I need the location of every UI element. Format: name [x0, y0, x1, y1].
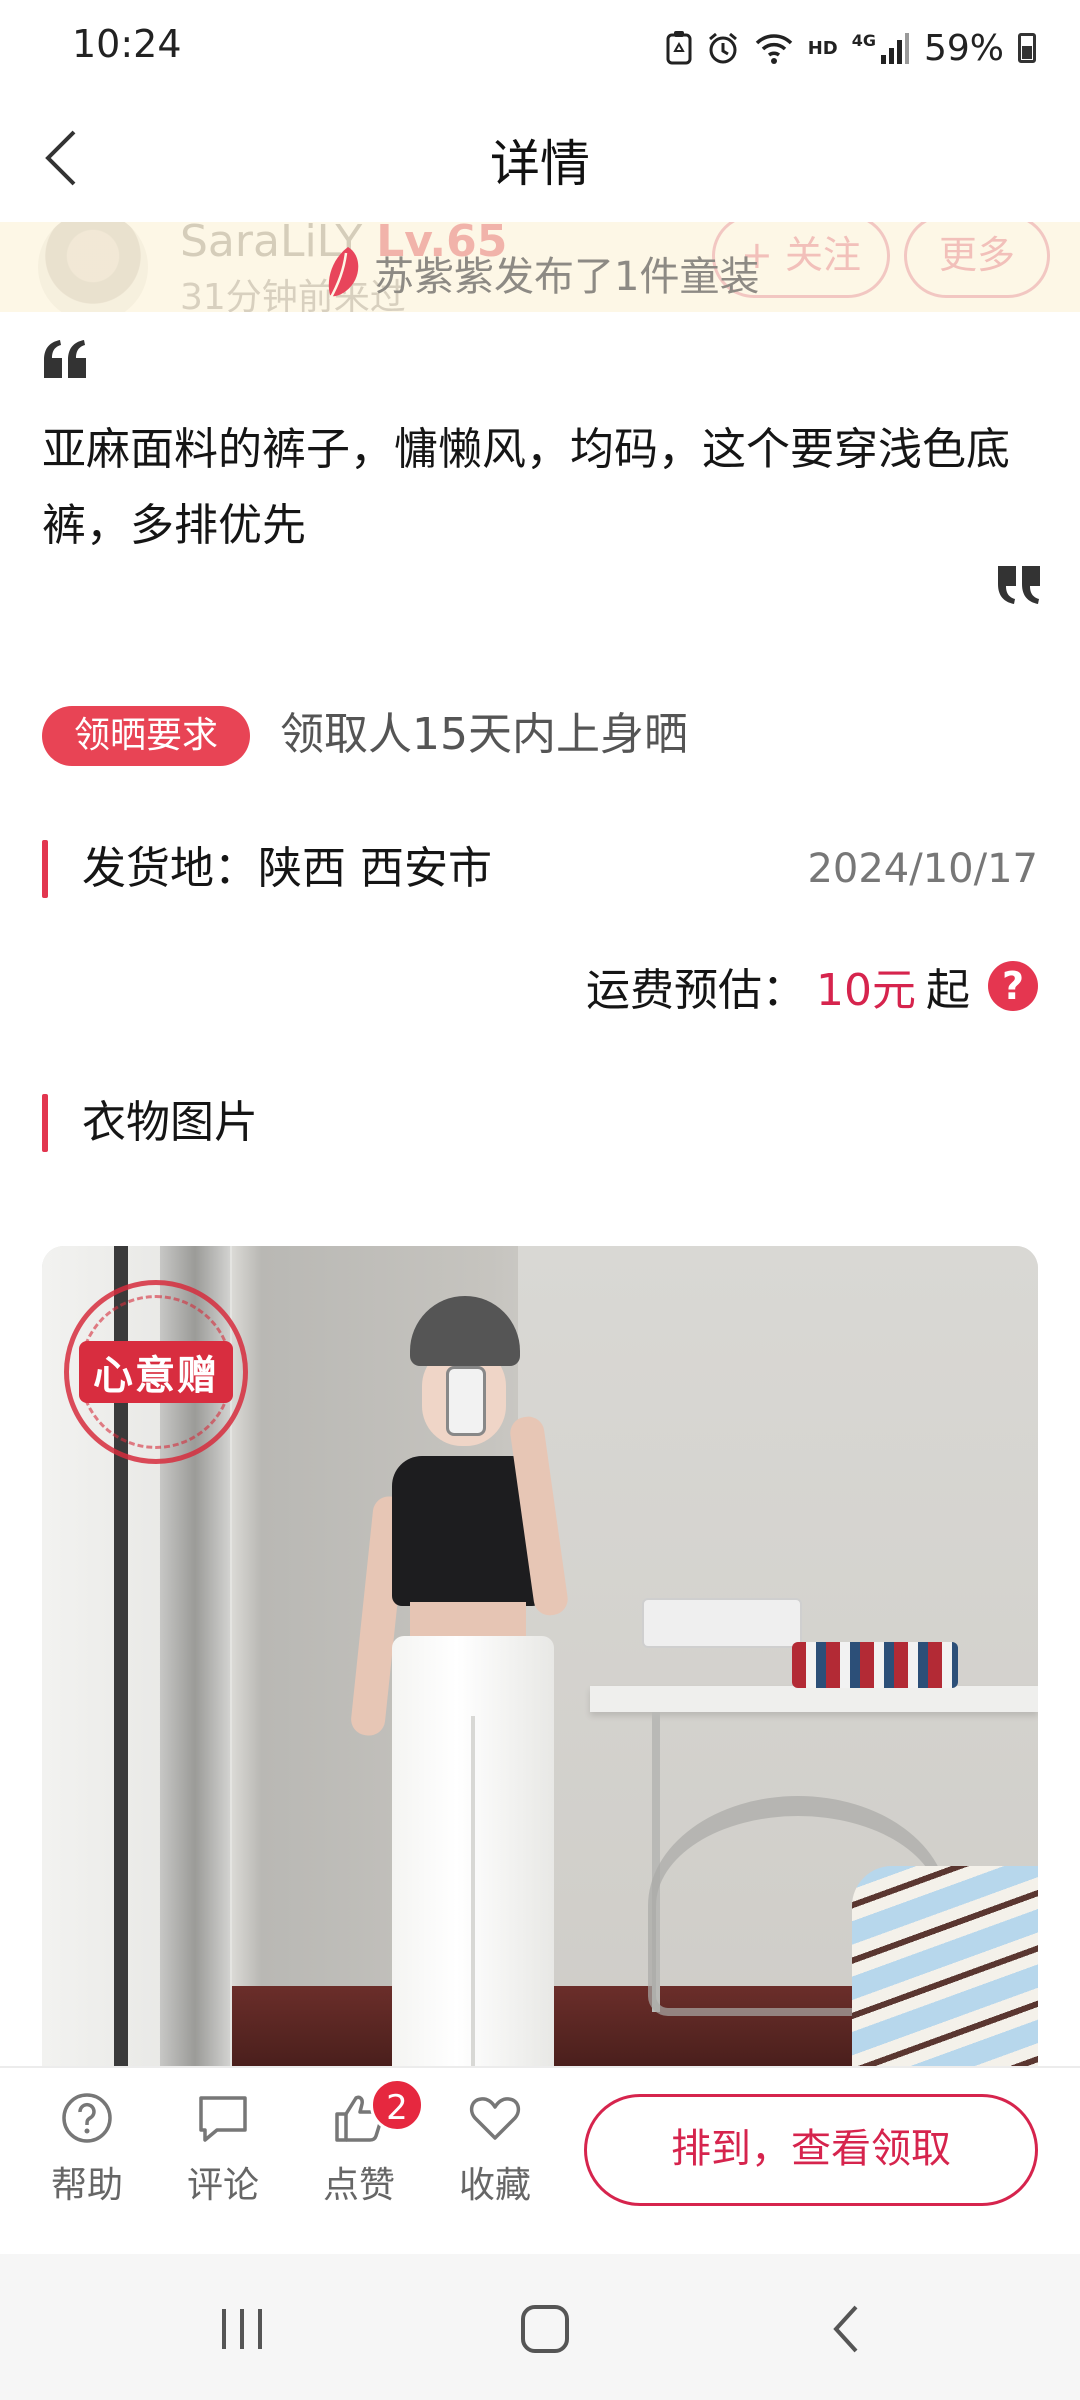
- detail-screen: 10:24 HD 4G 59% 详情 SaraLiLY Lv.65 31分钟前来…: [0, 0, 1080, 2400]
- publish-notice-text: 苏紫紫发布了1件童装: [374, 254, 760, 300]
- requirement-text: 领取人15天内上身晒: [280, 709, 688, 760]
- like-action[interactable]: 2 点赞: [304, 2078, 424, 2208]
- status-bar: 10:24 HD 4G 59%: [0, 0, 1080, 96]
- hd-indicator: HD: [807, 37, 838, 59]
- comment-action[interactable]: 评论: [168, 2090, 278, 2208]
- comment-icon: [199, 2096, 247, 2142]
- recent-apps-button[interactable]: [202, 2294, 282, 2364]
- system-back-button[interactable]: [806, 2294, 886, 2364]
- status-icons: HD 4G 59%: [666, 24, 1036, 72]
- system-back-icon: [833, 2305, 858, 2353]
- claim-button[interactable]: 排到，查看领取: [584, 2094, 1038, 2206]
- app-header: 详情: [0, 96, 1080, 222]
- battery-percent: 59%: [923, 27, 1004, 69]
- gift-stamp: 心意赠: [64, 1280, 248, 1464]
- photo-striped-box: [792, 1642, 958, 1688]
- section-accent-bar: [42, 1094, 48, 1152]
- like-label: 点赞: [322, 2165, 395, 2206]
- photos-section-title: 衣物图片: [82, 1097, 258, 1148]
- alarm-icon: [708, 32, 737, 64]
- gift-stamp-text: 心意赠: [79, 1341, 233, 1403]
- signal-icon: [880, 33, 909, 64]
- photo-printer: [642, 1598, 802, 1648]
- photo-person: [349, 1296, 572, 2066]
- network-gen-indicator: 4G: [851, 30, 876, 50]
- publish-notice[interactable]: 苏紫紫发布了1件童装: [322, 244, 759, 302]
- section-accent-bar: [42, 840, 48, 898]
- photo-bed: [852, 1866, 1038, 2066]
- avatar[interactable]: [38, 222, 148, 312]
- more-button[interactable]: 更多: [904, 222, 1050, 298]
- fee-label: 运费预估：: [586, 965, 806, 1016]
- recent-apps-icon: [222, 2309, 262, 2349]
- page-title: 详情: [490, 135, 590, 193]
- shipping-origin: 发货地：陕西 西安市: [82, 843, 492, 894]
- photo-cap: [410, 1296, 520, 1366]
- battery-icon: [1018, 33, 1036, 63]
- post-date: 2024/10/17: [807, 846, 1038, 892]
- user-banner: SaraLiLY Lv.65 31分钟前来过 + 关注 更多 苏紫紫发布了1件童装: [0, 222, 1080, 312]
- photo-pants-seam: [471, 1716, 475, 2066]
- photo-desk: [590, 1686, 1038, 1712]
- fee-suffix: 起: [926, 965, 970, 1016]
- fee-value: 10元: [816, 965, 916, 1016]
- item-description: 亚麻面料的裤子，慵懒风，均码，这个要穿浅色底裤，多排优先: [42, 424, 1010, 551]
- shipping-fee-row: 运费预估： 10元 起 ?: [586, 954, 1038, 1018]
- feather-icon: [328, 247, 359, 300]
- photo-phone: [446, 1366, 486, 1436]
- bottom-action-bar: 帮助 评论 2 点赞 收藏 排到，查看领取: [0, 2066, 1080, 2254]
- open-quote-icon: [44, 340, 86, 378]
- favorite-action[interactable]: 收藏: [440, 2090, 550, 2208]
- requirement-badge: 领晒要求: [42, 706, 250, 766]
- home-icon: [521, 2305, 569, 2353]
- status-time: 10:24: [72, 22, 182, 66]
- help-action[interactable]: 帮助: [32, 2090, 142, 2208]
- wifi-icon: [755, 34, 792, 64]
- help-icon: [62, 2093, 112, 2143]
- recycle-app-icon: [666, 31, 692, 65]
- help-label: 帮助: [50, 2165, 123, 2206]
- home-button[interactable]: [505, 2294, 585, 2364]
- system-nav-bar: [0, 2254, 1080, 2400]
- favorite-label: 收藏: [458, 2165, 531, 2206]
- fee-help-icon[interactable]: ?: [988, 961, 1038, 1011]
- like-count-badge: 2: [370, 2078, 424, 2132]
- comment-label: 评论: [186, 2165, 259, 2206]
- close-quote-icon: [998, 566, 1040, 604]
- heart-icon: [469, 2097, 521, 2140]
- clothing-photo[interactable]: 心意赠: [42, 1246, 1038, 2066]
